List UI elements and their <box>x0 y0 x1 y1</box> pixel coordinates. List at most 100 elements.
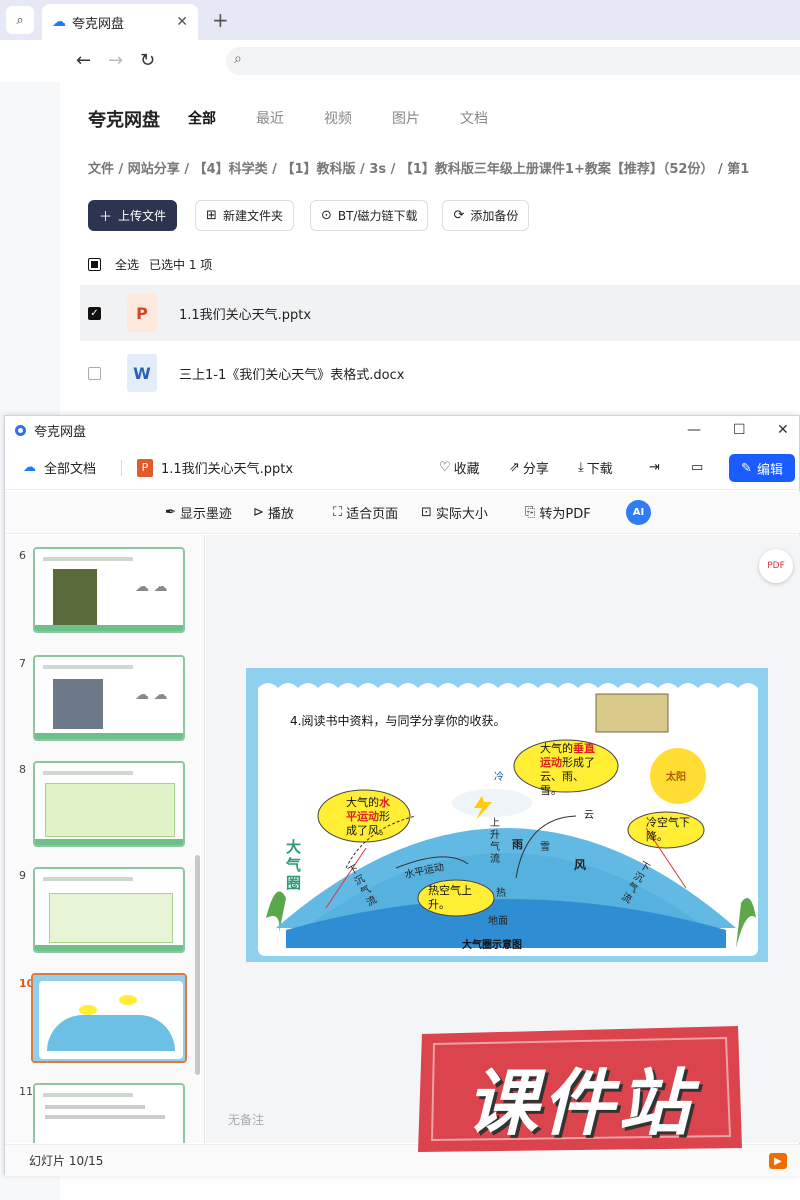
thumb-text <box>45 1105 145 1109</box>
slide-thumbnail[interactable] <box>33 1083 185 1143</box>
play-icon: ⊳ <box>253 505 264 520</box>
close-window-icon[interactable]: ✕ <box>777 422 789 438</box>
new-folder-button[interactable]: ⊞ 新建文件夹 <box>195 200 294 231</box>
minimize-icon[interactable]: — <box>687 422 701 438</box>
slide-thumbnail[interactable]: ☁ ☁ <box>33 655 185 741</box>
slide-thumbnail[interactable] <box>33 867 185 953</box>
tab-docs[interactable]: 文档 <box>460 108 528 128</box>
feather-icon: ✒ <box>165 505 176 520</box>
hot-label: 热 <box>496 888 506 899</box>
cloud-icon: ☁ <box>23 460 36 475</box>
bubble-vertical: 大气的垂直 运动形成了 云、雨、雪。 <box>540 742 595 797</box>
file-row[interactable]: W 三上1-1《我们关心天气》表格式.docx <box>80 345 800 401</box>
atmosphere-label: 大气圈 <box>286 838 302 892</box>
show-ink-button[interactable]: ✒ 显示墨迹 <box>165 503 232 522</box>
close-tab-icon[interactable]: ✕ <box>176 14 188 30</box>
thumb-title <box>43 1093 133 1097</box>
thumb-title <box>43 771 133 775</box>
thumb-title <box>43 557 133 561</box>
breadcrumb[interactable]: 文件 / 网站分享 / 【4】科学类 / 【1】教科版 / 3s / 【1】教科… <box>88 158 800 177</box>
ai-button[interactable]: AI <box>626 500 651 525</box>
thumb-card <box>49 893 173 943</box>
thumb-bubble <box>119 995 137 1005</box>
reload-icon[interactable]: ↻ <box>140 50 155 71</box>
quark-logo-icon <box>15 424 26 436</box>
docx-file-icon: W <box>127 354 157 392</box>
cloud-icon: ☁ ☁ <box>135 579 168 595</box>
slide-thumbnail[interactable] <box>33 761 185 847</box>
tab-images[interactable]: 图片 <box>392 108 460 128</box>
bubble-hot-air: 热空气上升。 <box>428 884 472 911</box>
actual-size-icon: ⊡ <box>421 505 432 520</box>
preview-sub-toolbar: ✒ 显示墨迹 ⊳ 播放 ⛶ 适合页面 ⊡ 实际大小 ⎘ 转为PDF AI <box>5 492 800 534</box>
slide-thumbnail-active[interactable] <box>31 973 187 1063</box>
ground-label: 地面 <box>488 916 508 927</box>
browser-tab-bar: ⌕ ☁ 夸克网盘 ✕ + <box>0 0 800 40</box>
tab-video[interactable]: 视频 <box>324 108 392 128</box>
preview-top-toolbar: ☁ 全部文档 P 1.1我们关心天气.pptx ♡ 收藏 ⇗ 分享 ⤓ 下载 ⇥ ▭ … <box>5 446 800 490</box>
selected-count: 已选中 1 项 <box>149 258 213 272</box>
add-backup-button[interactable]: ⟳ 添加备份 <box>442 200 530 231</box>
address-bar[interactable]: ⌕ <box>226 47 800 75</box>
slideshow-icon[interactable]: ▶ <box>769 1153 787 1169</box>
fit-page-button[interactable]: ⛶ 适合页面 <box>333 503 398 522</box>
tab-all[interactable]: 全部 <box>188 108 256 128</box>
slide-notes: 无备注 <box>228 1113 265 1127</box>
tab-search-icon[interactable]: ⌕ <box>6 6 34 34</box>
browser-tab[interactable]: ☁ 夸克网盘 ✕ <box>42 4 198 40</box>
actual-size-button[interactable]: ⊡ 实际大小 <box>421 503 488 522</box>
slide-thumbnail-panel[interactable]: 6 ☁ ☁ 7 ☁ ☁ 8 9 10 11 <box>5 535 205 1143</box>
pptx-file-icon: P <box>127 294 157 332</box>
new-tab-button[interactable]: + <box>212 8 229 32</box>
thumb-text <box>45 1115 165 1119</box>
forward-icon[interactable]: → <box>108 50 123 71</box>
upload-button[interactable]: ＋上传文件 <box>88 200 178 231</box>
slide-counter: 幻灯片 10/15 <box>29 1154 104 1168</box>
watermark-stamp: 课件站 <box>412 1022 748 1156</box>
file-row[interactable]: ✓ P 1.1我们关心天气.pptx <box>80 285 800 341</box>
download-button[interactable]: ⤓ 下载 <box>578 458 613 477</box>
wind-label: 风 <box>574 858 587 872</box>
heart-icon: ♡ <box>439 460 451 475</box>
share-button[interactable]: ⇗ 分享 <box>509 458 549 477</box>
thumb-number: 7 <box>19 657 26 670</box>
bt-download-button[interactable]: ⊙ BT/磁力链下载 <box>309 200 429 231</box>
cloud-label: 云 <box>584 810 594 821</box>
pdf-icon: ⎘ <box>525 505 536 520</box>
file-name[interactable]: 1.1我们关心天气.pptx <box>179 304 311 323</box>
plus-icon: ＋ <box>99 210 113 225</box>
back-icon[interactable]: ← <box>76 50 91 71</box>
to-pdf-button[interactable]: ⎘ 转为PDF <box>525 503 591 522</box>
file-name[interactable]: 三上1-1《我们关心天气》表格式.docx <box>179 364 404 383</box>
rising-air-label: 上升气流 <box>490 818 500 865</box>
play-button[interactable]: ⊳ 播放 <box>253 503 294 522</box>
maximize-icon[interactable]: ☐ <box>733 422 746 438</box>
select-all-checkbox[interactable] <box>88 258 101 271</box>
file-checkbox[interactable]: ✓ <box>88 306 101 320</box>
watermark-text: 课件站 <box>465 1061 694 1145</box>
bubble-cold-air: 冷空气下降。 <box>646 816 690 843</box>
pencil-icon: ✎ <box>741 460 752 476</box>
slide-caption: 大气圈示意图 <box>462 940 522 951</box>
open-external-icon[interactable]: ⇥ <box>649 460 660 475</box>
edit-button[interactable]: ✎ 编辑 <box>729 454 795 482</box>
file-checkbox[interactable] <box>88 366 101 380</box>
thumbnail-scrollbar[interactable] <box>195 855 200 1075</box>
select-all-label[interactable]: 全选 <box>115 256 139 273</box>
thumb-band <box>35 733 183 739</box>
thumb-title <box>43 665 133 669</box>
quark-cloud-icon: ☁ <box>52 14 66 30</box>
tab-recent[interactable]: 最近 <box>256 108 324 128</box>
search-icon: ⌕ <box>234 51 242 67</box>
share-icon: ⇗ <box>509 460 520 475</box>
thumb-number: 6 <box>19 549 26 562</box>
favorite-button[interactable]: ♡ 收藏 <box>439 458 480 477</box>
slide-heading: 4.阅读书中资料，与同学分享你的收获。 <box>290 714 506 728</box>
fit-icon: ⛶ <box>333 505 343 520</box>
pdf-export-icon[interactable]: PDF <box>759 549 793 583</box>
feedback-icon[interactable]: ▭ <box>691 460 703 475</box>
slide-thumbnail[interactable]: ☁ ☁ <box>33 547 185 633</box>
page-brand: 夸克网盘 <box>88 110 160 131</box>
all-docs-button[interactable]: ☁ 全部文档 <box>23 458 96 477</box>
sun-label: 太阳 <box>666 772 686 783</box>
